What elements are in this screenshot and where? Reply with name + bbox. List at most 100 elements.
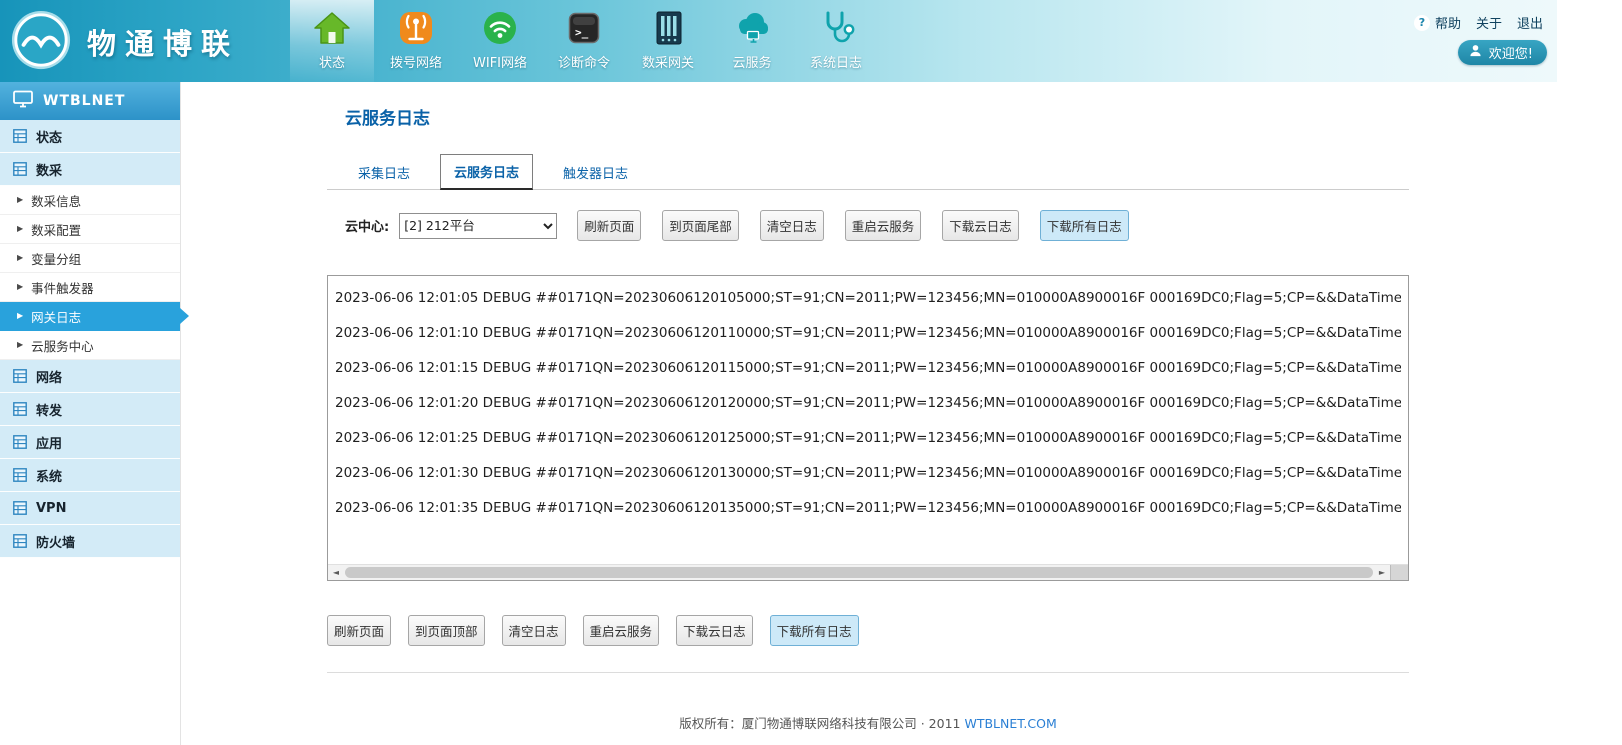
cloud-icon (731, 7, 773, 49)
sidebar-item-firewall[interactable]: 防火墙 (0, 525, 180, 558)
log-line: 2023-06-06 12:01:10 DEBUG ##0171QN=20230… (335, 316, 1401, 351)
stethoscope-icon (815, 7, 857, 49)
to-page-top-button[interactable]: 到页面顶部 (408, 615, 485, 646)
cloud-center-select[interactable]: [2] 212平台 (399, 213, 557, 239)
restart-cloud-service-button[interactable]: 重启云服务 (845, 210, 922, 241)
sidebar-item-label: 网络 (36, 367, 62, 386)
footer: 版权所有：厦门物通博联网络科技有限公司 · 2011 WTBLNET.COM (327, 713, 1409, 732)
svg-text:>_: >_ (575, 26, 589, 39)
logo-icon (10, 9, 72, 75)
sidebar-item-status[interactable]: 状态 (0, 120, 180, 153)
wifi-icon (479, 7, 521, 49)
nav-item-label: 云服务 (732, 52, 771, 71)
scroll-left-arrow-icon[interactable]: ◄ (328, 565, 344, 581)
main-content: 云服务日志 采集日志 云服务日志 触发器日志 云中心: [2] 212平台 刷新… (327, 82, 1409, 732)
nav-item-label: 系统日志 (810, 52, 862, 71)
log-line: 2023-06-06 12:01:25 DEBUG ##0171QN=20230… (335, 421, 1401, 456)
refresh-page-button[interactable]: 刷新页面 (327, 615, 391, 646)
nav-item-diagnostic-command[interactable]: >_ 诊断命令 (542, 0, 626, 82)
grid-icon (13, 435, 27, 449)
sidebar-item-label: 数采 (36, 160, 62, 179)
log-lines: 2023-06-06 12:01:05 DEBUG ##0171QN=20230… (328, 276, 1408, 526)
footer-link[interactable]: WTBLNET.COM (964, 716, 1056, 731)
user-icon (1469, 44, 1482, 61)
logout-link[interactable]: 退出 (1517, 13, 1543, 32)
top-header: 物通博联 状态 拨号网络 (0, 0, 1557, 82)
sidebar-subitem-cloud-service-center[interactable]: ▶ 云服务中心 (0, 331, 180, 360)
sidebar-item-vpn[interactable]: VPN (0, 492, 180, 525)
help-link[interactable]: 帮助 (1435, 13, 1461, 32)
log-line: 2023-06-06 12:01:30 DEBUG ##0171QN=20230… (335, 456, 1401, 491)
help-icon: ? (1414, 15, 1430, 31)
triangle-bullet-icon: ▶ (17, 196, 23, 204)
sidebar-item-forward[interactable]: 转发 (0, 393, 180, 426)
tab-trigger-log[interactable]: 触发器日志 (550, 156, 641, 189)
sidebar-item-application[interactable]: 应用 (0, 426, 180, 459)
triangle-bullet-icon: ▶ (17, 283, 23, 291)
refresh-page-button[interactable]: 刷新页面 (577, 210, 641, 241)
sidebar-item-system[interactable]: 系统 (0, 459, 180, 492)
app-logo: 物通博联 (10, 9, 239, 75)
download-cloud-log-button[interactable]: 下载云日志 (676, 615, 753, 646)
tab-cloud-service-log[interactable]: 云服务日志 (440, 154, 533, 190)
home-icon (311, 7, 353, 49)
triangle-bullet-icon: ▶ (17, 312, 23, 320)
triangle-bullet-icon: ▶ (17, 341, 23, 349)
sidebar-subitem-label: 数采信息 (31, 191, 81, 210)
copyright-text: 版权所有：厦门物通博联网络科技有限公司 · 2011 (679, 716, 960, 731)
scrollbar-track[interactable] (344, 565, 1374, 581)
grid-icon (13, 162, 27, 176)
horizontal-scrollbar[interactable]: ◄ ► (328, 564, 1408, 580)
clear-log-button[interactable]: 清空日志 (502, 615, 566, 646)
grid-icon (13, 402, 27, 416)
sidebar-item-label: 防火墙 (36, 532, 75, 551)
sidebar-subitem-gateway-log[interactable]: ▶ 网关日志 (0, 302, 180, 331)
bottom-toolbar: 刷新页面 到页面顶部 清空日志 重启云服务 下载云日志 下载所有日志 (327, 615, 859, 646)
to-page-bottom-button[interactable]: 到页面尾部 (662, 210, 739, 241)
sidebar-subitem-variable-group[interactable]: ▶ 变量分组 (0, 244, 180, 273)
top-controls-row: 云中心: [2] 212平台 刷新页面 到页面尾部 清空日志 重启云服务 下载云… (327, 210, 1409, 241)
sidebar-subitem-label: 数采配置 (31, 220, 81, 239)
sidebar-subitem-data-config[interactable]: ▶ 数采配置 (0, 215, 180, 244)
restart-cloud-service-button[interactable]: 重启云服务 (583, 615, 660, 646)
nav-item-cloud-service[interactable]: 云服务 (710, 0, 794, 82)
nav-item-system-log[interactable]: 系统日志 (794, 0, 878, 82)
sidebar-item-network[interactable]: 网络 (0, 360, 180, 393)
clear-log-button[interactable]: 清空日志 (760, 210, 824, 241)
nav-item-status[interactable]: 状态 (290, 0, 374, 82)
top-nav: 状态 拨号网络 (290, 0, 878, 82)
grid-icon (13, 129, 27, 143)
scrollbar-thumb[interactable] (345, 567, 1373, 578)
sidebar-item-data-acquisition[interactable]: 数采 (0, 153, 180, 186)
welcome-text: 欢迎您! (1489, 43, 1533, 62)
sidebar-subitem-event-trigger[interactable]: ▶ 事件触发器 (0, 273, 180, 302)
nav-item-wifi-network[interactable]: WIFI网络 (458, 0, 542, 82)
nav-item-label: 数采网关 (642, 52, 694, 71)
scrollbar-corner (1390, 565, 1408, 581)
about-link[interactable]: 关于 (1476, 13, 1502, 32)
log-output[interactable]: 2023-06-06 12:01:05 DEBUG ##0171QN=20230… (327, 275, 1409, 581)
nav-item-data-gateway[interactable]: 数采网关 (626, 0, 710, 82)
sidebar-subitem-label: 变量分组 (31, 249, 81, 268)
sidebar-item-label: 转发 (36, 400, 62, 419)
sidebar-item-label: 系统 (36, 466, 62, 485)
download-all-logs-button[interactable]: 下载所有日志 (1040, 210, 1129, 241)
top-toolbar: 刷新页面 到页面尾部 清空日志 重启云服务 下载云日志 下载所有日志 (577, 210, 1129, 241)
nav-item-label: 诊断命令 (558, 52, 610, 71)
triangle-bullet-icon: ▶ (17, 254, 23, 262)
gateway-icon (647, 7, 689, 49)
sidebar-subitem-data-info[interactable]: ▶ 数采信息 (0, 186, 180, 215)
tab-collection-log[interactable]: 采集日志 (345, 156, 423, 189)
log-line: 2023-06-06 12:01:15 DEBUG ##0171QN=20230… (335, 351, 1401, 386)
scroll-right-arrow-icon[interactable]: ► (1374, 565, 1390, 581)
sidebar-subitem-label: 云服务中心 (31, 336, 94, 355)
download-all-logs-button[interactable]: 下载所有日志 (770, 615, 859, 646)
log-line: 2023-06-06 12:01:35 DEBUG ##0171QN=20230… (335, 491, 1401, 526)
nav-item-dial-network[interactable]: 拨号网络 (374, 0, 458, 82)
grid-icon (13, 534, 27, 548)
logo-text: 物通博联 (87, 21, 239, 63)
header-links: ? 帮助 关于 退出 (1414, 13, 1543, 32)
sidebar-menu: 状态 数采 ▶ 数采信息 ▶ 数采配置 ▶ 变量分组 ▶ 事件触发器 ▶ 网关日… (0, 120, 180, 558)
sidebar-item-label: 状态 (36, 127, 62, 146)
download-cloud-log-button[interactable]: 下载云日志 (942, 210, 1019, 241)
